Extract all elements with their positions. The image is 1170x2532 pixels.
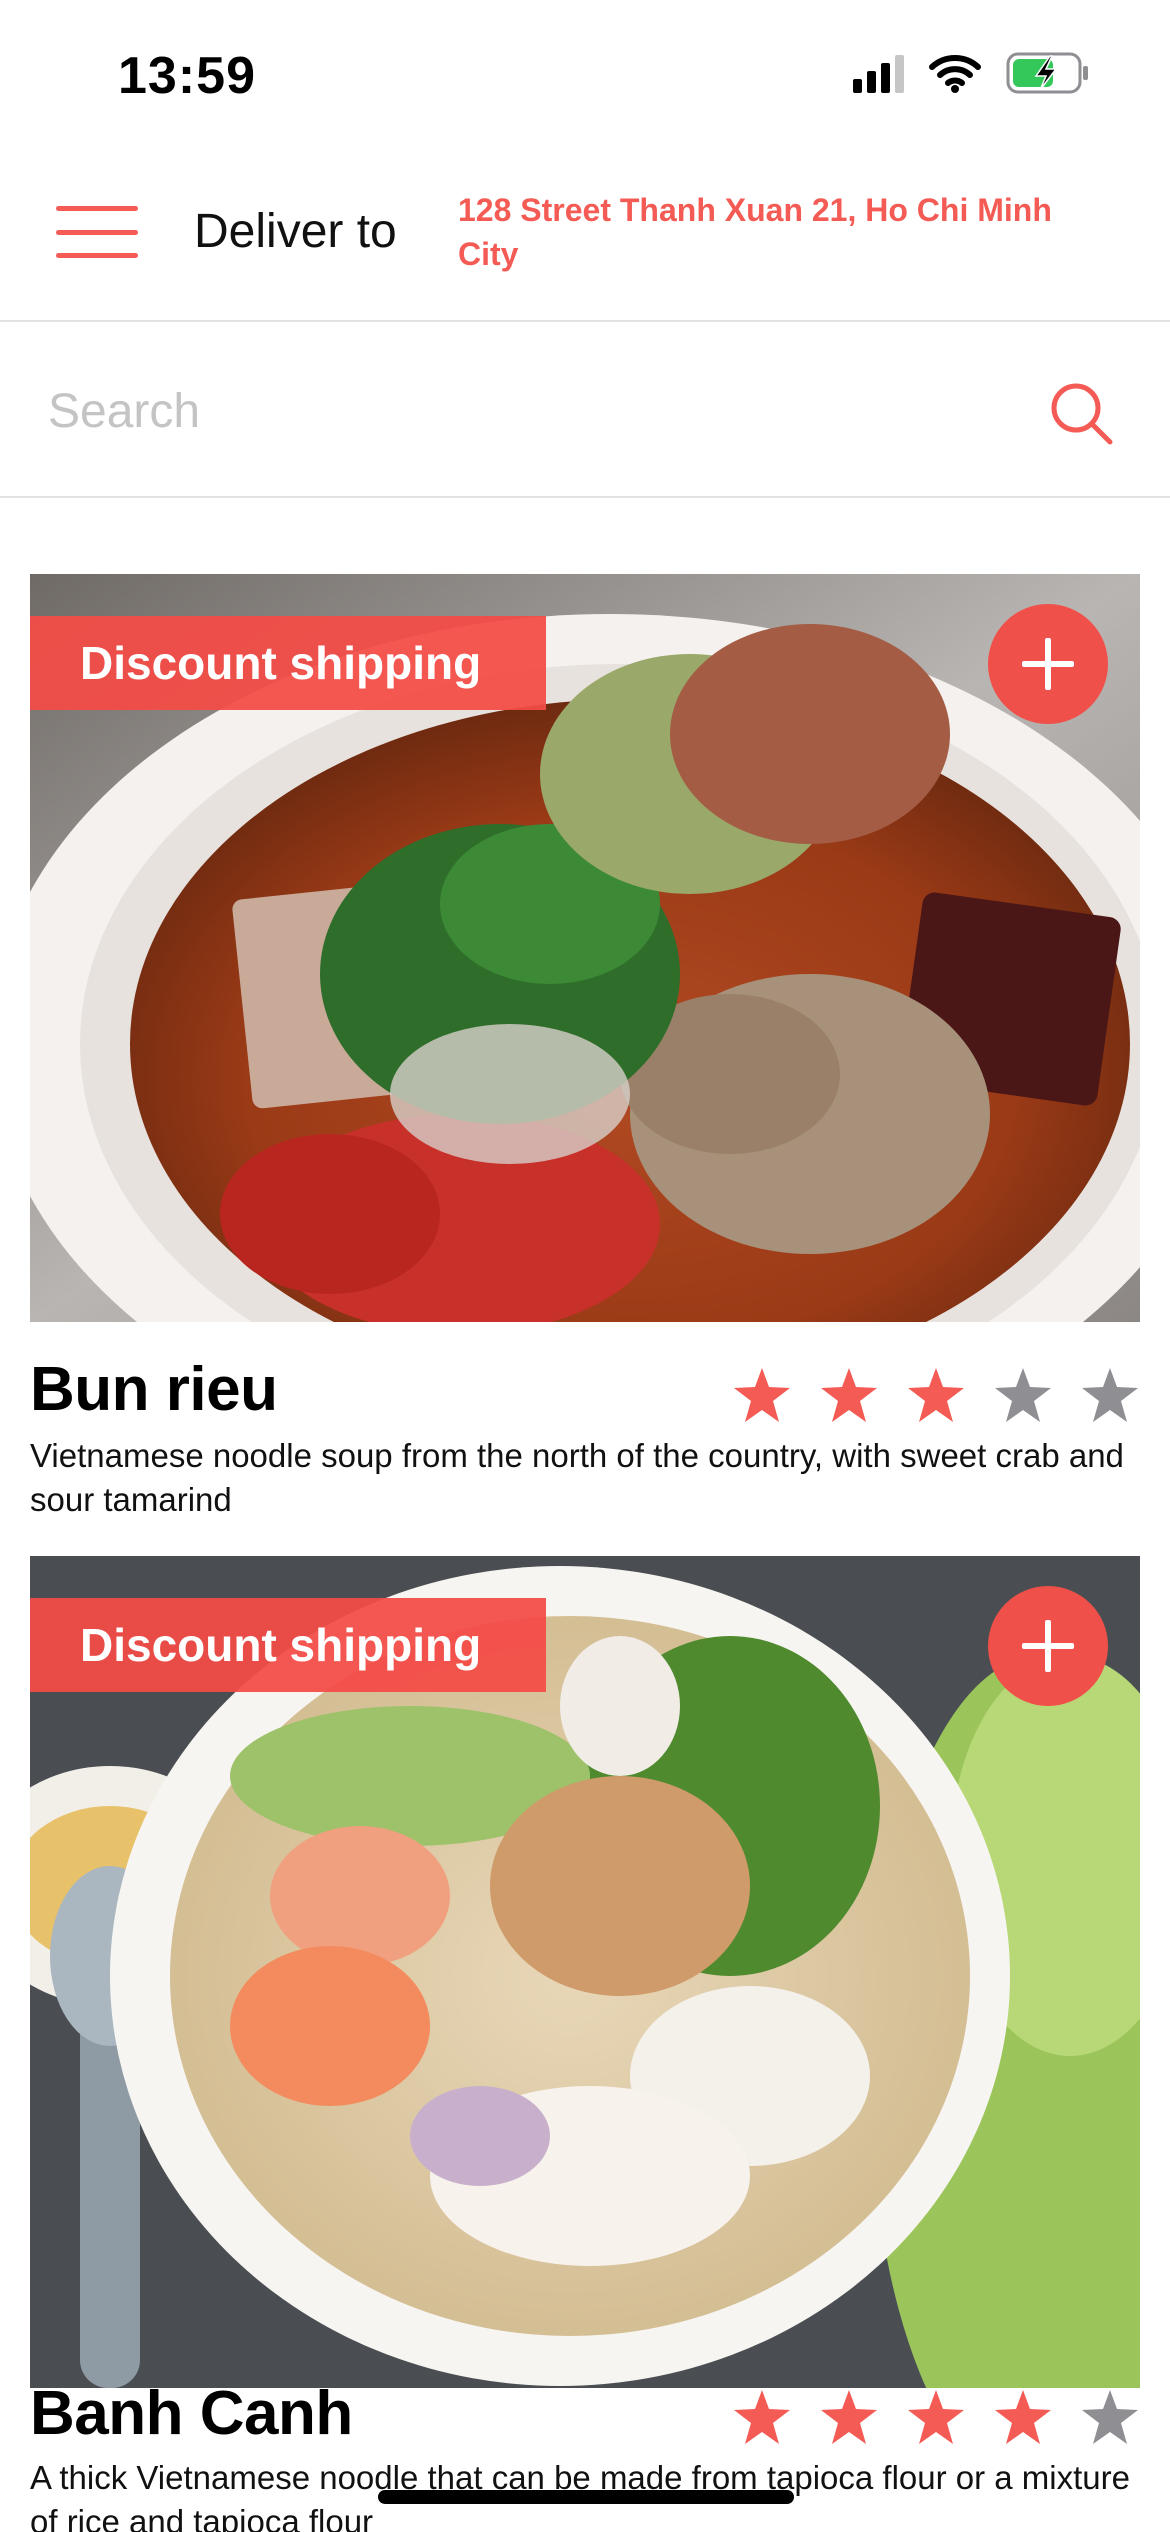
delivery-header: Deliver to 128 Street Thanh Xuan 21, Ho … <box>0 150 1170 322</box>
status-bar: 13:59 <box>0 0 1170 150</box>
star-filled-icon <box>908 1368 964 1422</box>
search-input[interactable] <box>48 374 1008 448</box>
rating-stars <box>732 2388 1140 2446</box>
app-screen: 13:59 Deliver to 128 Street Thanh Xuan 2… <box>0 0 1170 2532</box>
star-empty-icon <box>1082 2390 1138 2444</box>
star-filled-icon <box>995 2390 1051 2444</box>
food-image[interactable]: Discount shipping <box>30 1556 1140 2388</box>
food-card[interactable]: Discount shipping Bun rieu Vietnamese no… <box>30 574 1140 1520</box>
star-empty-icon <box>1082 1368 1138 1422</box>
star-empty-icon <box>995 1368 1051 1422</box>
food-description: Vietnamese noodle soup from the north of… <box>30 1437 1124 1518</box>
food-name: Bun rieu <box>30 1355 278 1424</box>
status-time: 13:59 <box>118 47 256 105</box>
star-filled-icon <box>821 1368 877 1422</box>
food-card[interactable]: Discount shipping Banh Canh A thick Viet… <box>30 1556 1140 2532</box>
wifi-icon <box>929 55 981 93</box>
deliver-to-label: Deliver to <box>194 205 397 258</box>
status-icons <box>853 52 1090 94</box>
discount-shipping-badge: Discount shipping <box>30 616 546 710</box>
hamburger-menu-icon[interactable] <box>56 206 138 258</box>
discount-shipping-badge: Discount shipping <box>30 1598 546 1692</box>
star-filled-icon <box>734 2390 790 2444</box>
home-indicator[interactable] <box>378 2490 794 2504</box>
cellular-signal-icon <box>853 53 904 93</box>
add-to-cart-button[interactable] <box>988 604 1108 724</box>
star-filled-icon <box>821 2390 877 2444</box>
rating-stars <box>732 1366 1140 1424</box>
battery-charging-icon <box>1006 52 1088 94</box>
food-name: Banh Canh <box>30 2379 353 2448</box>
search-bar <box>0 324 1170 498</box>
star-filled-icon <box>908 2390 964 2444</box>
add-to-cart-button[interactable] <box>988 1586 1108 1706</box>
delivery-address-link[interactable]: 128 Street Thanh Xuan 21, Ho Chi Minh Ci… <box>458 188 1098 276</box>
search-icon[interactable] <box>1048 380 1114 446</box>
star-filled-icon <box>734 1368 790 1422</box>
food-image[interactable]: Discount shipping <box>30 574 1140 1322</box>
